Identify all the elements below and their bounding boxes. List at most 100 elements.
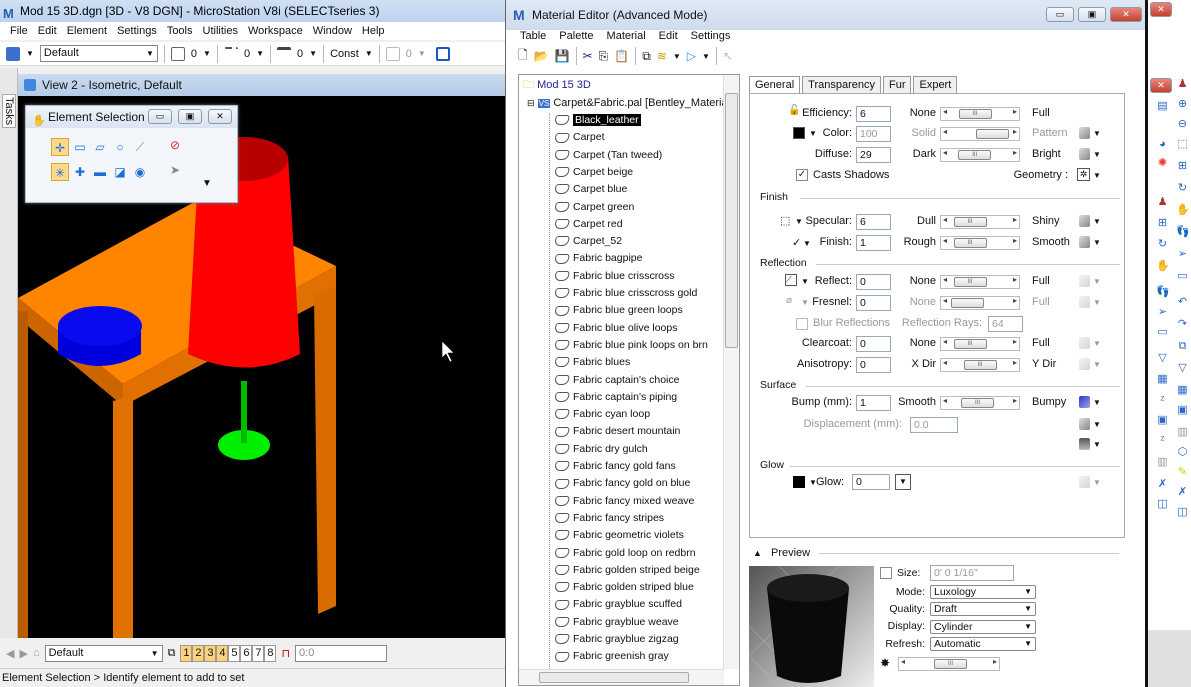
efficiency-field[interactable]: 6: [856, 106, 891, 122]
z-axis-icon[interactable]: ᶻ: [1156, 394, 1169, 407]
palette-icon[interactable]: ≋: [657, 49, 667, 63]
material-item[interactable]: Carpet red: [554, 216, 623, 233]
back-icon[interactable]: ◀: [6, 647, 14, 660]
reflect-icon[interactable]: ⟋: [785, 274, 797, 286]
geometry-icon[interactable]: ✲: [1077, 168, 1090, 181]
tree-vertical-scrollbar[interactable]: [723, 75, 739, 669]
fit-view-icon[interactable]: ⊞: [1156, 217, 1169, 230]
material-item[interactable]: Fabric golden striped beige: [554, 562, 700, 579]
fit-view-icon[interactable]: ⊞: [1176, 160, 1189, 173]
chevron-down-icon[interactable]: ▼: [1093, 277, 1101, 286]
menu-edit[interactable]: Edit: [38, 25, 63, 37]
display-style-icon[interactable]: ▦: [1156, 373, 1169, 386]
material-item[interactable]: Fabric bagpipe: [554, 250, 642, 267]
chevron-down-icon[interactable]: ▼: [1093, 171, 1101, 180]
rotate-view-icon[interactable]: ↻: [1176, 182, 1189, 195]
material-item[interactable]: Fabric blue pink loops on brn: [554, 337, 708, 354]
reflect-map-icon[interactable]: [1079, 275, 1090, 287]
tool-icon[interactable]: ✗: [1156, 478, 1169, 491]
material-item[interactable]: Fabric gold loop on redbrn: [554, 545, 696, 562]
glow-color-swatch[interactable]: [793, 476, 805, 488]
displacement-field[interactable]: 0.0: [910, 417, 958, 433]
coordinate-field[interactable]: 0:0: [295, 644, 388, 662]
toggle-icon[interactable]: ▥: [1176, 426, 1189, 439]
fresnel-icon[interactable]: ⌀: [786, 295, 792, 306]
clearcoat-field[interactable]: 0: [856, 336, 891, 352]
pick-icon[interactable]: ↖: [723, 49, 733, 63]
tab-transparency[interactable]: Transparency: [802, 76, 881, 93]
menu-file[interactable]: File: [10, 25, 34, 37]
quality-select[interactable]: Draft ▼: [930, 602, 1036, 616]
view-8-button[interactable]: 8: [264, 644, 277, 662]
chevron-down-icon[interactable]: ▼: [26, 49, 34, 58]
specular-map-icon[interactable]: [1079, 215, 1090, 227]
individual-method-icon[interactable]: ✛: [51, 138, 69, 156]
tool-icon[interactable]: ✗: [1176, 486, 1189, 499]
material-item[interactable]: Fabric captain's choice: [554, 372, 679, 389]
view-previous-icon[interactable]: ▭: [1176, 270, 1189, 283]
pan-icon[interactable]: ✋: [1176, 204, 1190, 217]
view-1-button[interactable]: 1: [180, 644, 193, 662]
material-item[interactable]: Fabric blue crisscross gold: [554, 285, 697, 302]
view-6-button[interactable]: 6: [240, 644, 253, 662]
cube-icon[interactable]: ⬡: [1176, 446, 1189, 459]
level-combo[interactable]: Default ▼: [39, 45, 158, 62]
tree-palette-node[interactable]: ⊟ VS Carpet&Fabric.pal [Bentley_Materia.…: [527, 95, 737, 112]
menu-workspace[interactable]: Workspace: [248, 25, 309, 37]
active-level-icon[interactable]: [6, 46, 20, 61]
view-previous-icon[interactable]: ▭: [1156, 326, 1169, 339]
tasks-panel[interactable]: Tasks: [0, 68, 18, 638]
view-group-combo[interactable]: Default ▼: [44, 644, 163, 662]
size-checkbox[interactable]: [880, 567, 892, 579]
pan-icon[interactable]: ✋: [1156, 260, 1170, 273]
camera-icon[interactable]: ♟: [1176, 78, 1189, 91]
view-5-button[interactable]: 5: [228, 644, 241, 662]
chevron-down-icon[interactable]: ▼: [1093, 217, 1101, 226]
light-slider[interactable]: III: [898, 657, 1000, 671]
line-style-icon[interactable]: [223, 46, 238, 61]
material-item[interactable]: Fabric desert mountain: [554, 423, 680, 440]
subtract-mode-icon[interactable]: ▬: [91, 163, 109, 181]
minimize-button[interactable]: ▭: [148, 109, 172, 124]
clear-selection-icon[interactable]: ⊘: [166, 136, 184, 154]
minimize-button[interactable]: ▭: [1046, 7, 1074, 22]
invert-mode-icon[interactable]: ◪: [111, 163, 129, 181]
chevron-down-icon[interactable]: ▼: [365, 49, 373, 58]
material-item[interactable]: Fabric grayblue scuffed: [554, 596, 682, 613]
model-icon[interactable]: ◫: [1156, 498, 1169, 511]
fly-icon[interactable]: ➢: [1176, 248, 1189, 261]
material-item[interactable]: Carpet blue: [554, 181, 627, 198]
color-slider[interactable]: [940, 127, 1020, 141]
chevron-down-icon[interactable]: ▼: [1093, 298, 1101, 307]
tree-horizontal-scrollbar[interactable]: [519, 669, 724, 685]
material-item[interactable]: Carpet beige: [554, 164, 633, 181]
material-item[interactable]: Fabric cyan loop: [554, 406, 650, 423]
glow-map-icon[interactable]: [1079, 476, 1090, 488]
render-icon[interactable]: ◕: [1156, 138, 1169, 151]
chevron-down-icon[interactable]: ▼: [418, 49, 426, 58]
color-value[interactable]: 0: [191, 48, 197, 60]
material-item[interactable]: Fabric golden striped blue: [554, 579, 694, 596]
clearcoat-slider[interactable]: III: [940, 337, 1020, 351]
material-item[interactable]: Fabric dry gulch: [554, 441, 648, 458]
collapse-triangle-icon[interactable]: ▲: [753, 548, 762, 558]
preview-header[interactable]: ▲ Preview: [749, 547, 1129, 561]
copy-view-icon[interactable]: ⧉: [1176, 340, 1189, 353]
menu-window[interactable]: Window: [313, 25, 358, 37]
material-item[interactable]: Fabric grayblue weave: [554, 614, 679, 631]
zoom-in-icon[interactable]: ⊕: [1176, 98, 1189, 111]
material-item[interactable]: Fabric blue green loops: [554, 302, 683, 319]
anisotropy-field[interactable]: 0: [856, 357, 891, 373]
clearcoat-map-icon[interactable]: [1079, 337, 1090, 349]
z-query-icon[interactable]: ᶻ: [1156, 434, 1169, 447]
displacement-map-icon[interactable]: [1079, 418, 1090, 430]
window-area-icon[interactable]: ⬚: [1176, 138, 1189, 151]
open-folder-icon[interactable]: 📂: [534, 49, 549, 63]
rotate-view-icon[interactable]: ↻: [1156, 238, 1169, 251]
color-icon[interactable]: [170, 46, 185, 61]
normal-map-icon[interactable]: [1079, 438, 1090, 450]
menu-palette[interactable]: Palette: [559, 30, 593, 42]
block-method-icon[interactable]: ▭: [71, 138, 89, 156]
window-icon[interactable]: ▣: [1156, 414, 1169, 427]
duplicate-icon[interactable]: ⧉: [642, 49, 651, 64]
